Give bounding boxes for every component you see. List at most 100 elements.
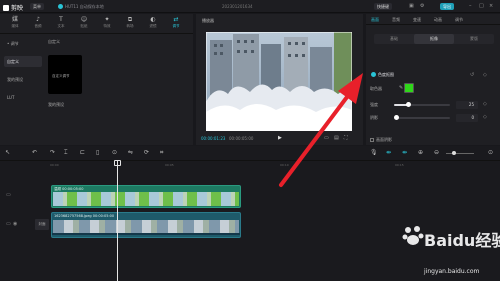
tick-label: 00:05 bbox=[165, 163, 174, 167]
tab-stickers[interactable]: ☺ 贴纸 bbox=[73, 16, 95, 33]
intensity-value[interactable]: 25 bbox=[456, 101, 478, 109]
tool-tabs: 媒媒体 ♪ 音频 T 文本 ☺ 贴纸 ✦ 特效 ⧉ 转场 ◐ 滤镜 ⇄ 调节 bbox=[0, 14, 193, 34]
split-icon[interactable]: ⌶ bbox=[64, 149, 68, 157]
tick-label: 00:10 bbox=[280, 163, 289, 167]
tab-text[interactable]: T 文本 bbox=[50, 16, 72, 33]
link-icon[interactable]: ⇹ bbox=[386, 149, 391, 156]
keyframe-icon[interactable]: ◇ bbox=[483, 72, 487, 78]
picture-shadow-label: 画面阴影 bbox=[376, 137, 392, 142]
eyedropper-icon[interactable]: ✎ bbox=[399, 85, 403, 91]
tab-animation[interactable]: 动画 bbox=[434, 17, 442, 23]
split-left-icon[interactable]: ⊏ bbox=[80, 149, 85, 156]
rotate-icon[interactable]: ⟳ bbox=[144, 149, 149, 156]
chroma-key-label: 色度抠图 bbox=[378, 72, 394, 77]
playhead[interactable] bbox=[117, 160, 118, 281]
mirror-icon[interactable]: ⇋ bbox=[128, 149, 133, 156]
tab-speed[interactable]: 变速 bbox=[413, 17, 421, 23]
adjust-sidebar: • 调节 自定义 我的预设 LUT bbox=[4, 38, 42, 138]
reset-icon[interactable]: ↺ bbox=[470, 72, 474, 78]
track-lock-icon[interactable]: ▭ bbox=[6, 192, 11, 198]
track-visibility-icon[interactable]: ◉ bbox=[13, 221, 17, 227]
media-panel: 媒媒体 ♪ 音频 T 文本 ☺ 贴纸 ✦ 特效 ⧉ 转场 ◐ 滤镜 ⇄ 调节 • 调节 自定义… bbox=[0, 14, 193, 145]
intensity-handle[interactable] bbox=[406, 102, 411, 107]
ratio-icon[interactable]: ▤ bbox=[334, 135, 339, 141]
subtab-cutout[interactable]: 抠像 bbox=[414, 34, 454, 44]
snap-icon[interactable]: ⇹ bbox=[402, 149, 407, 156]
main-clip[interactable]: 1623682757568.jpeg 00:00:05:00 bbox=[51, 212, 241, 238]
freeze-icon[interactable]: ⊙ bbox=[112, 149, 117, 156]
redo-icon[interactable]: ↷ bbox=[50, 149, 55, 156]
layout-icon[interactable]: ▣ bbox=[409, 4, 414, 9]
shadow-keyframe-icon[interactable]: ◇ bbox=[483, 114, 487, 120]
chroma-key-checkbox[interactable] bbox=[371, 72, 376, 77]
player-controls: 00:00:01:23 00:00:05:00 ▶ ▭ ▤ ⛶ bbox=[196, 132, 363, 145]
tab-adjust[interactable]: ⇄ 调节 bbox=[165, 16, 187, 33]
shadow-value[interactable]: 0 bbox=[456, 114, 478, 122]
undo-icon[interactable]: ↶ bbox=[32, 149, 37, 156]
microphone-icon[interactable]: 🎙 bbox=[370, 149, 378, 156]
shadow-slider[interactable] bbox=[394, 115, 450, 120]
select-icon[interactable]: ↖ bbox=[5, 149, 10, 156]
zoom-fit-icon[interactable]: ⊙ bbox=[488, 149, 493, 156]
custom-adjust-thumbnail[interactable]: 自定义调节 bbox=[48, 55, 82, 94]
clip-audio-bar bbox=[52, 233, 240, 235]
autosave-status: HUT11 自动保存本地 bbox=[58, 3, 104, 10]
cover-button[interactable]: 封面 bbox=[35, 219, 49, 230]
tab-audio-props[interactable]: 音频 bbox=[392, 17, 400, 23]
close-icon[interactable]: × bbox=[489, 4, 494, 9]
zoom-out-icon[interactable]: ⊖ bbox=[434, 149, 439, 156]
zoom-slider[interactable] bbox=[446, 151, 474, 155]
maximize-icon[interactable]: □ bbox=[479, 4, 484, 9]
playhead-handle[interactable] bbox=[114, 160, 121, 166]
video-preview[interactable] bbox=[206, 32, 352, 131]
sidebar-item-custom[interactable]: 自定义 bbox=[4, 56, 42, 67]
timeline-toolbar: ↖ ↶ ↷ ⌶ ⊏ ▯ ⊙ ⇋ ⟳ ⌗ 🎙 ⇹ ⇹ ⊕ ⊖ ⊙ bbox=[0, 146, 500, 161]
delete-icon[interactable]: ▯ bbox=[96, 149, 99, 156]
tab-effects[interactable]: ✦ 特效 bbox=[96, 16, 118, 33]
baidu-watermark: Baidu经验 jingyan.baidu.com bbox=[402, 224, 500, 281]
subtab-basic[interactable]: 基础 bbox=[374, 34, 414, 44]
watermark-url: jingyan.baidu.com bbox=[424, 268, 480, 275]
play-icon[interactable]: ▶ bbox=[278, 135, 282, 141]
tab-label: 调节 bbox=[172, 24, 180, 28]
sidebar-item-adjust[interactable]: • 调节 bbox=[4, 38, 42, 49]
sidebar-item-lut[interactable]: LUT bbox=[4, 92, 42, 103]
fit-icon[interactable]: ▭ bbox=[324, 135, 329, 141]
shadow-handle[interactable] bbox=[394, 115, 399, 120]
picture-shadow-row[interactable]: 画面阴影 bbox=[370, 137, 392, 143]
tab-label: 特效 bbox=[103, 24, 111, 28]
export-button[interactable]: 导出 bbox=[440, 3, 454, 10]
shadow-checkbox[interactable] bbox=[370, 138, 374, 142]
crop-icon[interactable]: ⌗ bbox=[160, 149, 163, 157]
tab-filters[interactable]: ◐ 滤镜 bbox=[142, 16, 164, 33]
total-time: 00:00:05:00 bbox=[229, 136, 254, 141]
intensity-keyframe-icon[interactable]: ◇ bbox=[483, 101, 487, 107]
fullscreen-icon[interactable]: ⛶ bbox=[344, 135, 348, 141]
tab-audio[interactable]: ♪ 音频 bbox=[27, 16, 49, 33]
overlay-clip[interactable]: 温顺 00:00:05:00 bbox=[51, 185, 241, 208]
autosave-text: HUT11 自动保存本地 bbox=[65, 4, 104, 9]
sidebar-item-presets[interactable]: 我的预设 bbox=[4, 74, 42, 85]
tab-transitions[interactable]: ⧉ 转场 bbox=[119, 16, 141, 33]
sticker-icon: ☺ bbox=[80, 16, 88, 23]
tick-label: 00:15 bbox=[395, 163, 404, 167]
tab-media[interactable]: 媒媒体 bbox=[4, 16, 26, 33]
subtab-mask[interactable]: 蒙版 bbox=[454, 34, 494, 44]
zoom-handle[interactable] bbox=[452, 151, 456, 155]
tab-picture[interactable]: 画面 bbox=[371, 17, 379, 23]
tab-label: 文本 bbox=[57, 24, 65, 28]
text-icon: T bbox=[59, 16, 63, 23]
picked-color-swatch[interactable] bbox=[404, 83, 414, 93]
preview-axis-icon[interactable]: ⊕ bbox=[418, 149, 423, 156]
player-panel: 播放器 00:00:01:23 00:00:05:00 ▶ ▭ ▤ ⛶ bbox=[196, 14, 363, 145]
current-time: 00:00:01:23 bbox=[201, 136, 226, 141]
settings-icon[interactable]: ⚙ bbox=[420, 4, 425, 9]
shortcut-button[interactable]: 快捷键 bbox=[374, 3, 392, 10]
intensity-slider[interactable] bbox=[394, 102, 450, 107]
adjust-icon: ⇄ bbox=[173, 16, 179, 23]
main-track-icon[interactable]: ▭ bbox=[6, 221, 11, 227]
app-logo: 剪映 bbox=[3, 3, 23, 12]
menu-button[interactable]: 菜单 bbox=[30, 3, 44, 10]
minimize-icon[interactable]: – bbox=[469, 4, 474, 9]
tab-adjust-props[interactable]: 调节 bbox=[455, 17, 463, 23]
